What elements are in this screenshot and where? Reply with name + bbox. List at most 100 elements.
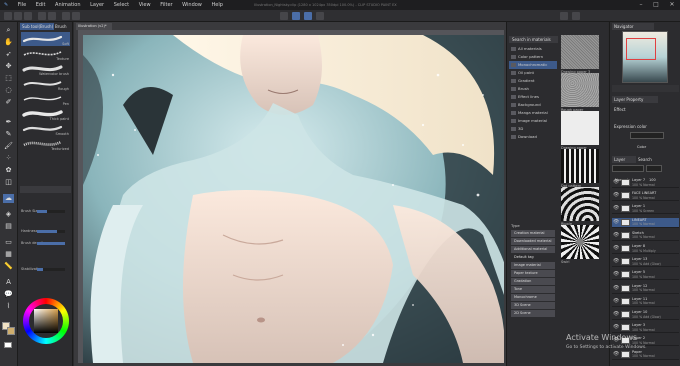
eye-icon[interactable]: 👁 bbox=[613, 351, 619, 357]
blend-icon[interactable]: ☁ bbox=[3, 194, 14, 203]
document-tab[interactable]: Illustration (v2)* bbox=[76, 23, 112, 30]
brush-density-property[interactable]: Brush density bbox=[21, 240, 70, 247]
selection-icon[interactable]: ⬚ bbox=[3, 74, 14, 83]
transparent-color-swatch[interactable] bbox=[4, 342, 12, 348]
menu-edit[interactable]: Edit bbox=[32, 0, 50, 10]
material-thumbnail[interactable]: Drawing paper bbox=[561, 111, 599, 150]
material-all[interactable]: All materials bbox=[509, 45, 557, 53]
fill-icon[interactable]: ◈ bbox=[3, 210, 14, 219]
brush-soft[interactable]: Soft bbox=[21, 32, 70, 46]
brush-thick-paint[interactable]: Thick paint bbox=[21, 107, 70, 121]
tag-2d-scene[interactable]: 2D Scene bbox=[511, 310, 555, 317]
brush-texturized[interactable]: Texturized bbox=[21, 137, 70, 151]
material-image[interactable]: Image material bbox=[509, 117, 557, 125]
airbrush-icon[interactable]: ⁘ bbox=[3, 154, 14, 163]
hand-icon[interactable]: ✋ bbox=[3, 38, 14, 47]
material-color-pattern[interactable]: Color pattern bbox=[509, 53, 557, 61]
cloud-icon[interactable] bbox=[560, 12, 568, 20]
settings-icon[interactable] bbox=[572, 12, 580, 20]
eye-icon[interactable]: 👁 bbox=[613, 180, 619, 185]
layer-row[interactable]: 👁 Layer 13 100 % Add (Glow) bbox=[612, 257, 679, 268]
navigator-viewport[interactable] bbox=[626, 38, 656, 60]
text-icon[interactable]: A bbox=[3, 278, 14, 287]
eye-icon[interactable]: 👁 bbox=[613, 206, 619, 211]
layer-row[interactable]: 👁 FACE LINEART 100 % Normal bbox=[612, 191, 679, 202]
tag-downloaded[interactable]: Downloaded material bbox=[511, 238, 555, 245]
layer-property-tab[interactable]: Layer Property bbox=[612, 96, 658, 103]
hardness-slider[interactable] bbox=[37, 230, 65, 233]
new-icon[interactable] bbox=[4, 12, 12, 20]
material-effect-lines[interactable]: Effect lines bbox=[509, 93, 557, 101]
layer-row[interactable]: 👁 Layer 10 100 % Add (Glow) bbox=[612, 310, 679, 320]
brush-smooth[interactable]: Smooth bbox=[21, 122, 70, 136]
material-thumbnail[interactable]: Ripple bbox=[561, 187, 599, 226]
minimize-icon[interactable]: – bbox=[634, 0, 648, 10]
frame-icon[interactable]: ▦ bbox=[3, 250, 14, 259]
layer-row[interactable]: 👁 Layer 5 100 % Normal bbox=[612, 270, 679, 281]
tag-paper-texture[interactable]: Paper texture bbox=[511, 270, 555, 277]
undo-icon[interactable] bbox=[38, 12, 46, 20]
tab-layer[interactable]: Layer bbox=[612, 156, 636, 163]
decoration-icon[interactable]: ✿ bbox=[3, 166, 14, 175]
eye-icon[interactable]: 👁 bbox=[613, 259, 619, 264]
sub-color-swatch[interactable] bbox=[7, 327, 15, 335]
brush-rough[interactable]: Rough bbox=[21, 77, 70, 91]
brush-density-slider[interactable] bbox=[37, 242, 65, 245]
tab-brush[interactable]: Brush bbox=[54, 23, 72, 30]
material-oil-paint[interactable]: Oil paint bbox=[509, 69, 557, 77]
zoom-icon[interactable]: ⌕ bbox=[3, 26, 14, 35]
eye-icon[interactable]: 👁 bbox=[613, 298, 619, 304]
eyedropper-icon[interactable]: ✐ bbox=[3, 98, 14, 107]
operation-icon[interactable]: ➶ bbox=[3, 50, 14, 59]
material-thumbnail[interactable]: Dot pattern bbox=[561, 149, 599, 188]
eye-icon[interactable]: 👁 bbox=[613, 272, 619, 277]
layer-row[interactable]: 👁 Sketch 100 % Normal bbox=[612, 231, 679, 241]
save-icon[interactable] bbox=[24, 12, 32, 20]
layer-row[interactable]: 👁 Layer 11 100 % Normal bbox=[612, 297, 679, 307]
material-monochromatic[interactable]: Monochromatic bbox=[509, 61, 557, 69]
tag-additional[interactable]: Additional material bbox=[511, 246, 555, 253]
material-thumbnail[interactable]: Rough paper bbox=[561, 73, 599, 112]
clear-icon[interactable] bbox=[62, 12, 70, 20]
opacity-field[interactable]: 100 bbox=[646, 165, 662, 182]
eye-icon[interactable]: 👁 bbox=[613, 193, 619, 198]
brush-pen[interactable]: Pen bbox=[21, 92, 70, 106]
hardness-property[interactable]: Hardness bbox=[21, 228, 70, 235]
tag-tone[interactable]: Tone bbox=[511, 286, 555, 293]
material-thumbnail[interactable]: Swirl bbox=[561, 225, 599, 264]
brush-texture[interactable]: Texture bbox=[21, 47, 70, 61]
maximize-icon[interactable]: □ bbox=[649, 0, 663, 10]
material-brush[interactable]: Brush bbox=[509, 85, 557, 93]
layer-row[interactable]: 👁 LINEART 100 % Normal bbox=[612, 217, 679, 228]
tag-monochrome[interactable]: Monochrome bbox=[511, 294, 555, 301]
tag-default[interactable]: Default tag bbox=[511, 254, 555, 261]
figure-icon[interactable]: ▭ bbox=[3, 238, 14, 247]
ruler-icon[interactable]: 📏 bbox=[3, 262, 14, 271]
material-3d[interactable]: 3D bbox=[509, 125, 557, 133]
snap-special-ruler-icon[interactable] bbox=[316, 12, 324, 20]
brush-icon[interactable]: 🖌 bbox=[3, 142, 14, 151]
layer-row[interactable]: 👁 Layer 7 100 % Normal bbox=[612, 178, 679, 188]
move-layer-icon[interactable]: ✥ bbox=[3, 62, 14, 71]
tag-gradation[interactable]: Gradation bbox=[511, 278, 555, 285]
expression-color-dropdown[interactable]: Color bbox=[630, 132, 664, 149]
material-manga[interactable]: Manga material bbox=[509, 109, 557, 117]
eye-icon[interactable]: 👁 bbox=[613, 325, 619, 330]
layer-row[interactable]: 👁 Layer 1 100 % Screen bbox=[612, 204, 679, 215]
eye-icon[interactable]: 👁 bbox=[613, 232, 619, 238]
layer-row[interactable]: 👁 Paper 100 % Normal bbox=[612, 350, 679, 360]
menu-window[interactable]: Window bbox=[178, 0, 206, 10]
stabilization-property[interactable]: Stabilization bbox=[21, 266, 70, 273]
layer-row[interactable]: 👁 Layer 3 100 % Normal bbox=[612, 323, 679, 334]
material-background[interactable]: Background bbox=[509, 101, 557, 109]
eraser-icon[interactable]: ◫ bbox=[3, 178, 14, 187]
material-thumbnail[interactable]: Drawing paper 3 bbox=[561, 35, 599, 74]
tag-image[interactable]: Image material bbox=[511, 262, 555, 269]
tag-creation[interactable]: Creation material bbox=[511, 230, 555, 237]
tab-layer-search[interactable]: Search bbox=[636, 156, 660, 163]
menu-help[interactable]: Help bbox=[207, 0, 226, 10]
material-search-header[interactable]: Search in materials bbox=[509, 36, 558, 43]
snap-icon[interactable] bbox=[280, 12, 288, 20]
menu-select[interactable]: Select bbox=[110, 0, 133, 10]
menu-layer[interactable]: Layer bbox=[86, 0, 108, 10]
